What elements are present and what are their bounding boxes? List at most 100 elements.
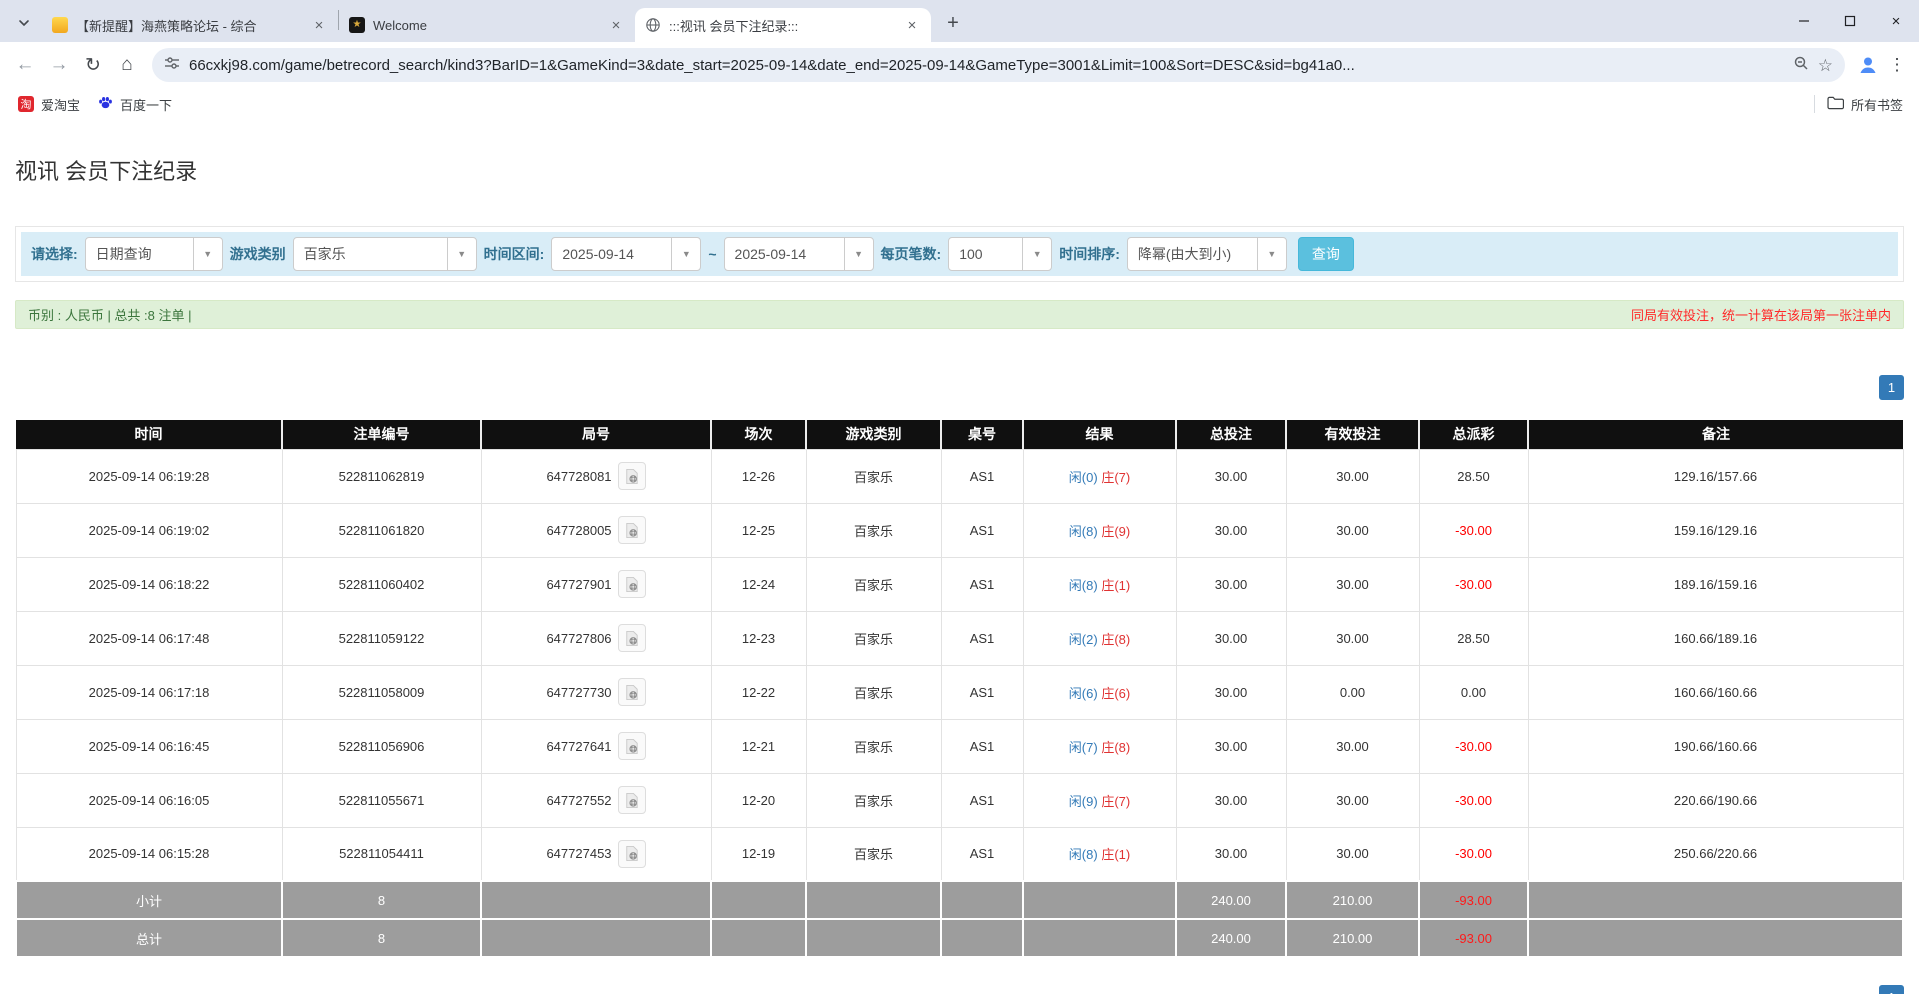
cell-total-bet-link[interactable]: 30.00 (1176, 719, 1286, 773)
cell-payout: 28.50 (1419, 449, 1528, 503)
footer-payout: -93.00 (1419, 881, 1528, 919)
game-category-select[interactable]: 百家乐 ▼ (293, 237, 477, 271)
date-end-picker[interactable]: 2025-09-14 ▼ (724, 237, 874, 271)
page-1-button[interactable]: 1 (1879, 985, 1904, 994)
tab-strip: 【新提醒】海燕策略论坛 - 综合 × ★ Welcome × :::视讯 会员下… (0, 0, 1919, 42)
tab-close-icon[interactable]: × (310, 16, 328, 34)
chevron-down-icon: ▼ (193, 238, 222, 270)
cell-session: 12-20 (711, 773, 806, 827)
site-settings-tune-icon[interactable] (164, 55, 180, 76)
footer-empty-cell (1528, 881, 1903, 919)
tab-close-icon[interactable]: × (607, 16, 625, 34)
round-no-text: 647727641 (546, 739, 611, 754)
new-tab-button[interactable]: + (939, 9, 967, 37)
bookmark-label: 爱淘宝 (41, 95, 80, 114)
cell-bet-no: 522811055671 (282, 773, 481, 827)
game-category-value: 百家乐 (294, 244, 447, 264)
globe-favicon-icon (645, 17, 661, 33)
cell-game-category: 百家乐 (806, 557, 941, 611)
cell-total-bet-link[interactable]: 30.00 (1176, 827, 1286, 881)
tab-forum[interactable]: 【新提醒】海燕策略论坛 - 综合 × (42, 8, 338, 42)
date-range-separator: ~ (708, 246, 716, 262)
round-no-wrap: 647728081 (482, 462, 711, 490)
window-maximize-button[interactable] (1827, 0, 1873, 42)
chevron-down-icon: ▼ (844, 238, 873, 270)
cell-table-no: AS1 (941, 773, 1023, 827)
footer-empty-cell (1023, 919, 1176, 957)
all-bookmarks-label: 所有书签 (1851, 95, 1903, 114)
cell-total-bet-link[interactable]: 30.00 (1176, 503, 1286, 557)
home-icon[interactable]: ⌂ (110, 48, 144, 82)
footer-empty-cell (711, 919, 806, 957)
cell-game-category: 百家乐 (806, 665, 941, 719)
cell-payout: 0.00 (1419, 665, 1528, 719)
cell-total-bet-link[interactable]: 30.00 (1176, 773, 1286, 827)
table-footer-row: 总计8240.00210.00-93.00 (16, 919, 1903, 957)
table-footer-row: 小计8240.00210.00-93.00 (16, 881, 1903, 919)
window-minimize-button[interactable] (1781, 0, 1827, 42)
back-icon[interactable]: ← (8, 48, 42, 82)
col-game-category: 游戏类别 (806, 420, 941, 449)
pagination-bottom: 1 (15, 985, 1904, 994)
round-no-text: 647728005 (546, 523, 611, 538)
video-replay-icon[interactable] (618, 570, 646, 598)
welcome-favicon-icon: ★ (349, 17, 365, 33)
zoom-indicator-icon[interactable] (1793, 55, 1809, 76)
forward-icon[interactable]: → (42, 48, 76, 82)
footer-payout: -93.00 (1419, 919, 1528, 957)
video-replay-icon[interactable] (618, 840, 646, 868)
tab-search-chevron-icon[interactable] (10, 9, 38, 37)
reload-icon[interactable]: ↻ (76, 48, 110, 82)
cell-total-bet-link[interactable]: 30.00 (1176, 449, 1286, 503)
col-note: 备注 (1528, 420, 1903, 449)
profile-avatar-icon[interactable] (1853, 50, 1883, 80)
chevron-down-icon: ▼ (1022, 238, 1051, 270)
browser-menu-kebab-icon[interactable]: ⋮ (1883, 51, 1911, 79)
footer-count: 8 (282, 881, 481, 919)
bookmark-baidu[interactable]: 百度一下 (90, 91, 180, 118)
video-replay-icon[interactable] (618, 678, 646, 706)
video-replay-icon[interactable] (618, 462, 646, 490)
bookmark-taobao[interactable]: 淘 爱淘宝 (10, 91, 88, 118)
cell-result: 闲(9) 庄(7) (1023, 773, 1176, 827)
cell-note: 190.66/160.66 (1528, 719, 1903, 773)
bookmark-star-icon[interactable]: ☆ (1818, 57, 1833, 74)
cell-total-bet-link[interactable]: 30.00 (1176, 557, 1286, 611)
address-bar[interactable]: 66cxkj98.com/game/betrecord_search/kind3… (152, 48, 1845, 82)
table-header: 时间 注单编号 局号 场次 游戏类别 桌号 结果 总投注 有效投注 总派彩 备注 (16, 420, 1903, 449)
video-replay-icon[interactable] (618, 624, 646, 652)
cell-total-bet-link[interactable]: 30.00 (1176, 665, 1286, 719)
round-no-text: 647727901 (546, 577, 611, 592)
result-player: 闲(9) (1069, 794, 1098, 809)
cell-payout: 28.50 (1419, 611, 1528, 665)
footer-total-bet: 240.00 (1176, 881, 1286, 919)
cell-valid-bet: 30.00 (1286, 827, 1419, 881)
cell-session: 12-22 (711, 665, 806, 719)
round-no-text: 647727730 (546, 685, 611, 700)
time-sort-select[interactable]: 降幂(由大到小) ▼ (1127, 237, 1287, 271)
video-replay-icon[interactable] (618, 732, 646, 760)
tab-bet-record-active[interactable]: :::视讯 会员下注纪录::: × (635, 8, 931, 42)
cell-note: 250.66/220.66 (1528, 827, 1903, 881)
cell-bet-no: 522811060402 (282, 557, 481, 611)
page-size-select[interactable]: 100 ▼ (948, 237, 1052, 271)
query-type-select[interactable]: 日期查询 ▼ (85, 237, 223, 271)
tab-close-icon[interactable]: × (903, 16, 921, 34)
cell-bet-no: 522811059122 (282, 611, 481, 665)
search-button[interactable]: 查询 (1298, 237, 1354, 271)
cell-note: 189.16/159.16 (1528, 557, 1903, 611)
cell-total-bet-link[interactable]: 30.00 (1176, 611, 1286, 665)
cell-session: 12-21 (711, 719, 806, 773)
cell-round-no: 647728005 (481, 503, 711, 557)
video-replay-icon[interactable] (618, 786, 646, 814)
page-1-button[interactable]: 1 (1879, 375, 1904, 400)
window-close-button[interactable]: × (1873, 0, 1919, 42)
tab-title: 【新提醒】海燕策略论坛 - 综合 (76, 16, 304, 35)
date-start-picker[interactable]: 2025-09-14 ▼ (551, 237, 701, 271)
cell-result: 闲(7) 庄(8) (1023, 719, 1176, 773)
result-banker: 庄(7) (1101, 794, 1130, 809)
tab-welcome[interactable]: ★ Welcome × (339, 8, 635, 42)
video-replay-icon[interactable] (618, 516, 646, 544)
all-bookmarks-button[interactable]: 所有书签 (1827, 95, 1909, 114)
cell-bet-no: 522811056906 (282, 719, 481, 773)
